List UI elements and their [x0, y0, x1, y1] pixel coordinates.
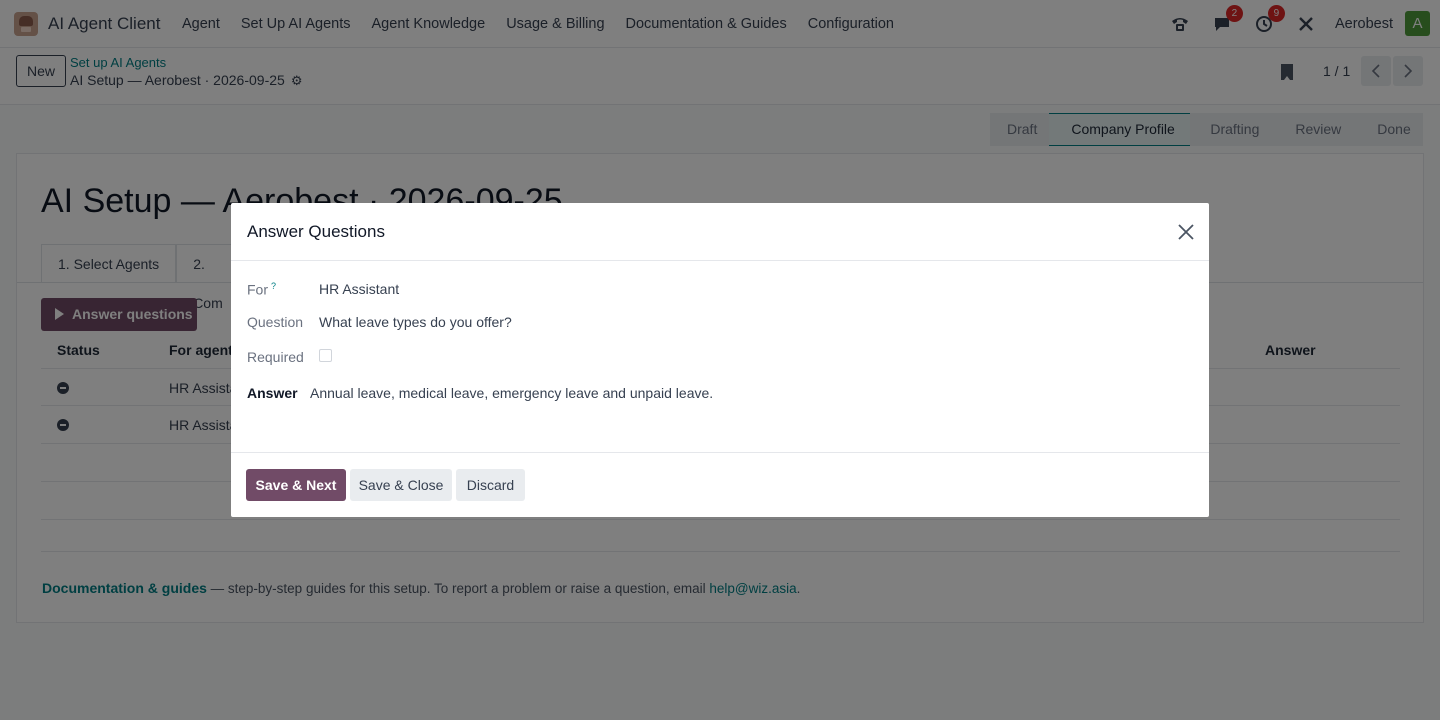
- answer-questions-dialog: Answer Questions For? HR Assistant Quest…: [231, 203, 1209, 517]
- question-value: What leave types do you offer?: [319, 314, 512, 330]
- dialog-header: Answer Questions: [231, 203, 1209, 261]
- save-next-button[interactable]: Save & Next: [246, 469, 346, 501]
- help-tooltip-icon[interactable]: ?: [271, 281, 276, 291]
- for-label-text: For: [247, 281, 268, 298]
- question-label: Question: [247, 314, 304, 330]
- close-icon[interactable]: [1177, 223, 1195, 241]
- answer-label: Answer: [247, 385, 298, 401]
- dialog-footer-divider: [231, 452, 1209, 453]
- required-checkbox[interactable]: [319, 349, 332, 362]
- answer-field[interactable]: Annual leave, medical leave, emergency l…: [310, 385, 713, 401]
- required-label: Required: [247, 349, 304, 365]
- discard-button[interactable]: Discard: [456, 469, 525, 501]
- for-label: For?: [247, 281, 276, 298]
- dialog-title: Answer Questions: [247, 222, 385, 241]
- save-close-button[interactable]: Save & Close: [350, 469, 452, 501]
- for-value: HR Assistant: [319, 281, 400, 297]
